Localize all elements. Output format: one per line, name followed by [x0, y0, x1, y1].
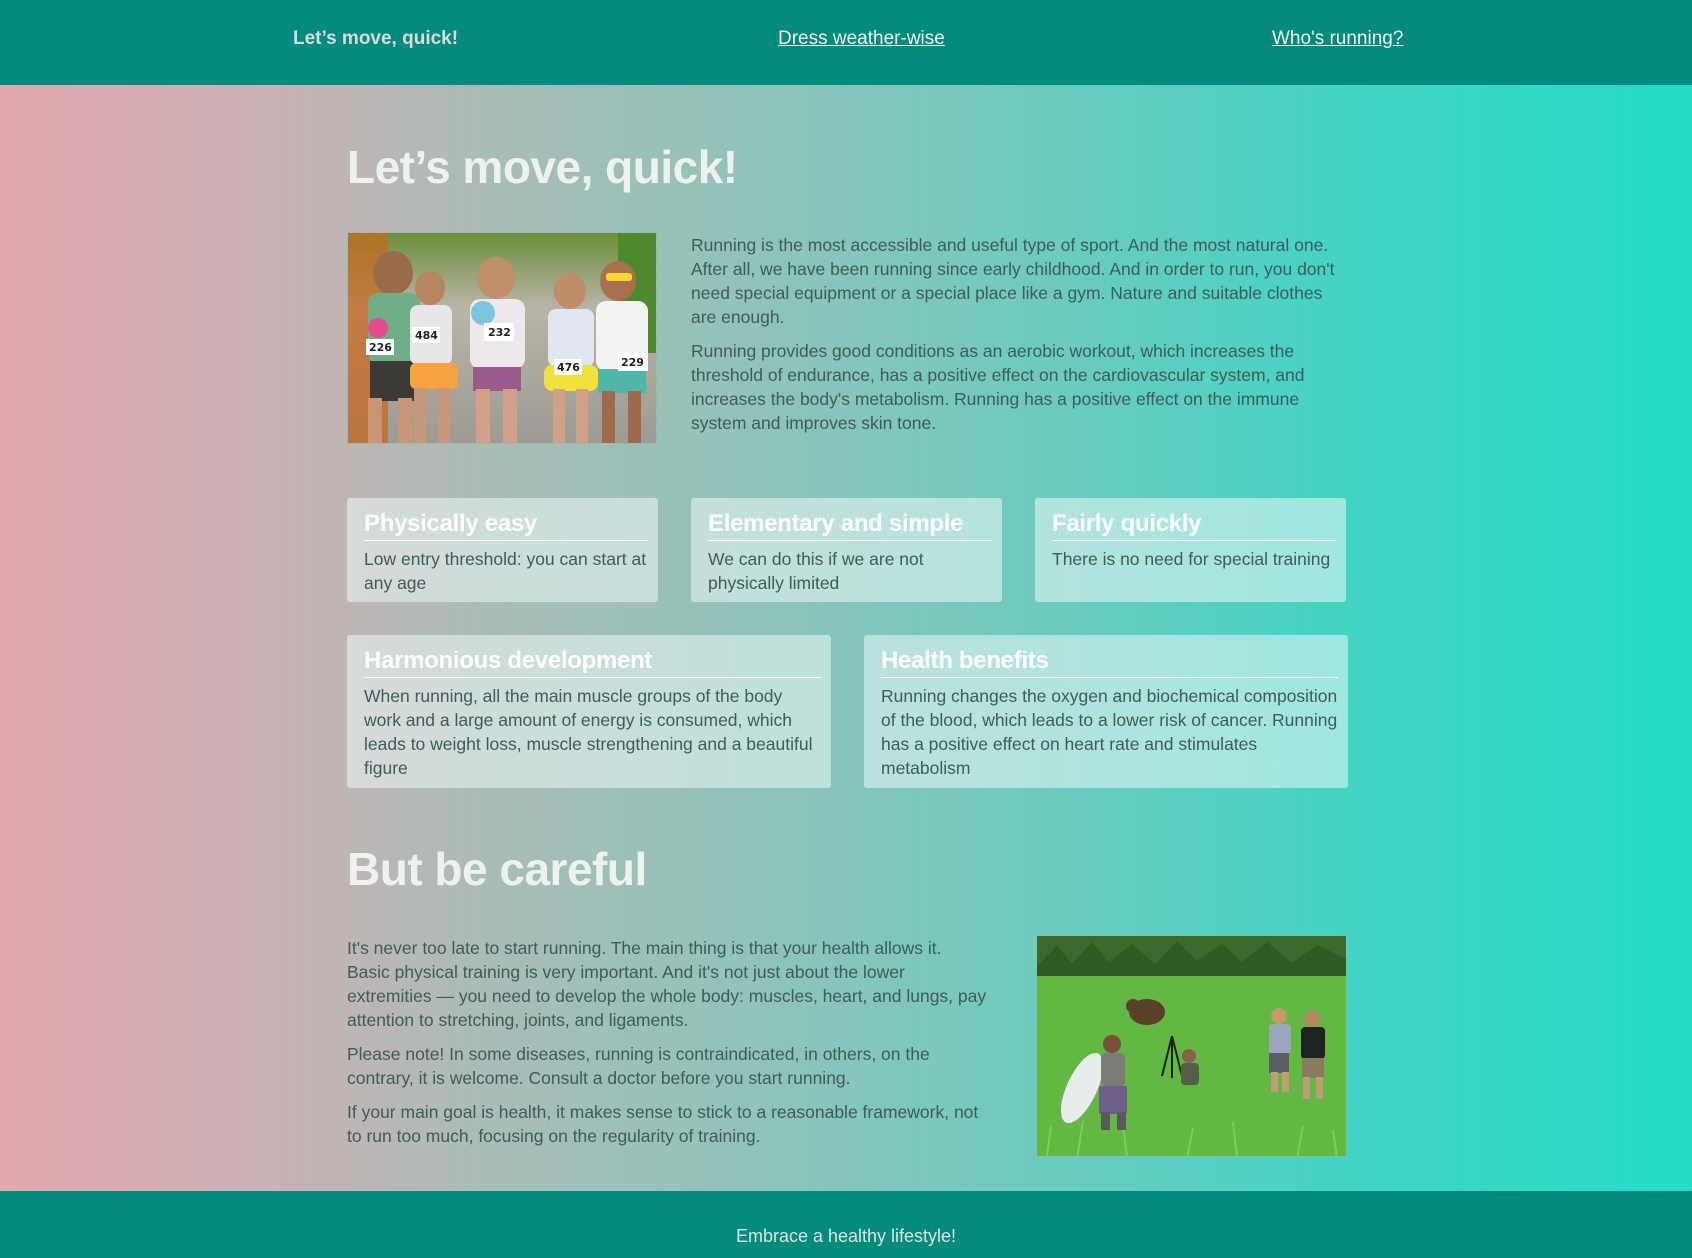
feature-card-health-benefits: Health benefits Running changes the oxyg…: [864, 635, 1348, 788]
page-footer: [0, 1191, 1692, 1258]
bear-chasing-runners-illustration: [1037, 936, 1346, 1156]
card-text: Low entry threshold: you can start at an…: [364, 549, 647, 593]
card-text: We can do this if we are not physically …: [708, 549, 924, 593]
feature-card-harmonious-development: Harmonious development When running, all…: [347, 635, 831, 788]
colorful-runners-illustration: 226 484 232 476 229: [348, 233, 656, 443]
race-bib-4: 476: [557, 361, 580, 374]
nav-link-whos-running[interactable]: Who's running?: [1272, 28, 1403, 50]
careful-paragraph-1: It's never too late to start running. Th…: [347, 938, 987, 1030]
card-text: When running, all the main muscle groups…: [364, 686, 813, 778]
race-bib-2: 484: [415, 329, 438, 342]
intro-paragraph-1: Running is the most accessible and usefu…: [691, 235, 1335, 327]
nav-current-page: Let’s move, quick!: [293, 28, 459, 49]
race-bib-1: 226: [369, 341, 392, 354]
feature-card-fairly-quickly: Fairly quickly There is no need for spec…: [1035, 498, 1346, 602]
card-text: There is no need for special training: [1052, 549, 1331, 569]
careful-paragraph-2: Please note! In some diseases, running i…: [347, 1044, 930, 1088]
feature-card-elementary-and-simple: Elementary and simple We can do this if …: [691, 498, 1002, 602]
card-title: Harmonious development: [364, 647, 821, 678]
feature-card-physically-easy: Physically easy Low entry threshold: you…: [347, 498, 658, 602]
careful-paragraph-3: If your main goal is health, it makes se…: [347, 1102, 979, 1146]
section-title-be-careful: But be careful: [347, 843, 647, 895]
nav-link-dress-weather-wise[interactable]: Dress weather-wise: [778, 28, 945, 50]
race-bib-3: 232: [488, 326, 511, 339]
race-bib-5: 229: [621, 356, 644, 369]
card-title: Elementary and simple: [708, 510, 992, 541]
card-title: Health benefits: [881, 647, 1338, 678]
footer-slogan: Embrace a healthy lifestyle!: [735, 1226, 957, 1246]
card-text: Running changes the oxygen and biochemic…: [881, 686, 1338, 778]
card-title: Physically easy: [364, 510, 648, 541]
intro-paragraph-2: Running provides good conditions as an a…: [691, 341, 1305, 433]
card-title: Fairly quickly: [1052, 510, 1336, 541]
page-title: Let’s move, quick!: [347, 141, 738, 193]
colorful-runners-photo: 226 484 232 476 229: [347, 232, 657, 444]
bear-chasing-runners-photo: [1036, 935, 1347, 1157]
